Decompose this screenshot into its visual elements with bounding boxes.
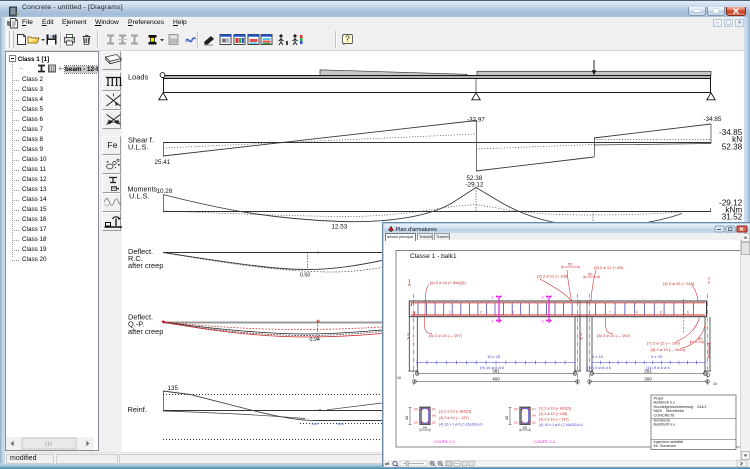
svg-text:4: 4 xyxy=(636,311,638,315)
svg-text:8: 8 xyxy=(660,311,662,315)
svg-text:(4): (4) xyxy=(432,414,436,418)
svg-text:4ø6: 4ø6 xyxy=(311,421,319,426)
svg-text:10: 10 xyxy=(713,382,717,386)
svg-text:(3): (3) xyxy=(514,407,518,411)
svg-text:52.38: 52.38 xyxy=(722,143,743,152)
svg-text:(1) 2 ø 10 (⌐ 8x6(2)): (1) 2 ø 10 (⌐ 8x6(2)) xyxy=(439,410,471,414)
svg-text:300: 300 xyxy=(644,377,652,382)
svg-text:(6) 2 ø 10 (— 192): (6) 2 ø 10 (— 192) xyxy=(597,333,631,338)
svg-text:4ø6: 4ø6 xyxy=(337,421,345,426)
svg-text:40: 40 xyxy=(404,415,409,420)
svg-text:(1): (1) xyxy=(432,407,436,411)
svg-text:10.28: 10.28 xyxy=(157,188,173,195)
svg-text:after creep: after creep xyxy=(128,327,163,336)
svg-text:BuildSoft n.v.: BuildSoft n.v. xyxy=(654,423,676,427)
svg-text:Mr. Someone: Mr. Someone xyxy=(654,444,677,448)
svg-text:10: 10 xyxy=(397,376,401,380)
svg-text:0.94: 0.94 xyxy=(310,337,320,343)
svg-text:1: 1 xyxy=(449,311,451,315)
svg-text:20: 20 xyxy=(523,425,528,430)
svg-text:(3): (3) xyxy=(514,421,518,425)
svg-text:50: 50 xyxy=(588,272,593,277)
svg-text:(2): (2) xyxy=(432,421,436,425)
svg-text:U.L.S.: U.L.S. xyxy=(128,142,149,151)
svg-text:281: 281 xyxy=(644,369,652,374)
svg-text:12.53: 12.53 xyxy=(332,224,348,231)
svg-text:(3) 2 ø 10 (— 197): (3) 2 ø 10 (— 197) xyxy=(439,416,469,420)
svg-text:(4) 16 x 1 ø 6 (▯ 16x28) à 6: (4) 16 x 1 ø 6 (▯ 16x28) à 6 xyxy=(439,423,483,427)
svg-text:(0) 2 ø 10 (⌐ 8x6(2)): (0) 2 ø 10 (⌐ 8x6(2)) xyxy=(430,280,467,285)
svg-text:⇄: ⇄ xyxy=(385,462,389,468)
svg-text:after creep: after creep xyxy=(128,261,163,270)
svg-text:(2) 2 ø 12 (¬ 108): (2) 2 ø 12 (¬ 108) xyxy=(539,412,567,416)
svg-text:(1): (1) xyxy=(532,407,536,411)
svg-text:-34.85: -34.85 xyxy=(704,116,722,123)
svg-text:-32.97: -32.97 xyxy=(467,117,485,124)
svg-text:7: 7 xyxy=(609,311,611,315)
svg-text:(8) 2 ø 10 (— 8x14): (8) 2 ø 10 (— 8x14) xyxy=(651,347,687,352)
svg-text:31.52: 31.52 xyxy=(722,213,743,222)
svg-text:CONCRETE: CONCRETE xyxy=(654,413,676,417)
svg-text:(4): (4) xyxy=(532,414,536,418)
svg-text:Classe 1 - balk1: Classe 1 - balk1 xyxy=(410,253,457,260)
svg-text:50: 50 xyxy=(568,262,573,267)
svg-text:COUPE 2-2: COUPE 2-2 xyxy=(534,439,556,444)
svg-text:4 x 16: 4 x 16 xyxy=(592,354,604,359)
svg-text:9 x 25: 9 x 25 xyxy=(651,354,663,359)
svg-text:Reinf.: Reinf. xyxy=(128,405,147,414)
svg-text:Plan d'armatures: Plan d'armatures xyxy=(396,227,438,233)
svg-text:(4) 16 x 1 ø 6 (▯ 16x28) à 6: (4) 16 x 1 ø 6 (▯ 16x28) à 6 xyxy=(539,423,583,427)
svg-text:244/1: 244/1 xyxy=(697,405,707,409)
svg-text:(6) 2 ø 10 (— 197): (6) 2 ø 10 (— 197) xyxy=(429,333,463,338)
svg-text:(3): (3) xyxy=(414,421,418,425)
svg-text:2: 2 xyxy=(480,311,482,315)
svg-text:5: 5 xyxy=(687,311,689,315)
svg-text:(3) 2 ø 10 (— 197): (3) 2 ø 10 (— 197) xyxy=(539,418,569,422)
svg-text:381: 381 xyxy=(492,369,500,374)
svg-text:U.L.S.: U.L.S. xyxy=(129,191,150,200)
svg-text:(3): (3) xyxy=(414,407,418,411)
svg-text:40: 40 xyxy=(504,415,509,420)
svg-text:?: ? xyxy=(345,35,350,44)
svg-text:(4) 2 ø 10 (¬ 316): (4) 2 ø 10 (¬ 316) xyxy=(663,281,695,286)
svg-text:(7) 2 ø 12 (— 190): (7) 2 ø 12 (— 190) xyxy=(647,340,681,345)
svg-text:25.41: 25.41 xyxy=(155,159,171,166)
svg-text:-29.12: -29.12 xyxy=(466,182,484,189)
svg-text:(2): (2) xyxy=(532,421,536,425)
svg-text:COUPE 1-1: COUPE 1-1 xyxy=(434,439,456,444)
svg-text:B: B xyxy=(580,336,583,341)
svg-text:Loads: Loads xyxy=(128,72,148,81)
svg-text:3: 3 xyxy=(512,311,514,315)
svg-text:0.50: 0.50 xyxy=(300,273,310,279)
svg-text:135: 135 xyxy=(168,385,179,392)
svg-text:(10) 5 ø 8 à 6: (10) 5 ø 8 à 6 xyxy=(587,365,612,370)
svg-text:20: 20 xyxy=(423,425,428,430)
svg-text:40: 40 xyxy=(698,336,703,341)
svg-text:(2) 2 ø 12 (¬ 108): (2) 2 ø 12 (¬ 108) xyxy=(537,274,569,279)
svg-text:(3) 2 ø 12 (¬ 60): (3) 2 ø 12 (¬ 60) xyxy=(594,265,624,270)
svg-text:(1) 2 ø 10 (⌐ 8x6(2)): (1) 2 ø 10 (⌐ 8x6(2)) xyxy=(539,407,571,411)
svg-text:10 x 25: 10 x 25 xyxy=(487,354,501,359)
svg-text:400: 400 xyxy=(492,377,500,382)
svg-text:A: A xyxy=(407,336,410,341)
